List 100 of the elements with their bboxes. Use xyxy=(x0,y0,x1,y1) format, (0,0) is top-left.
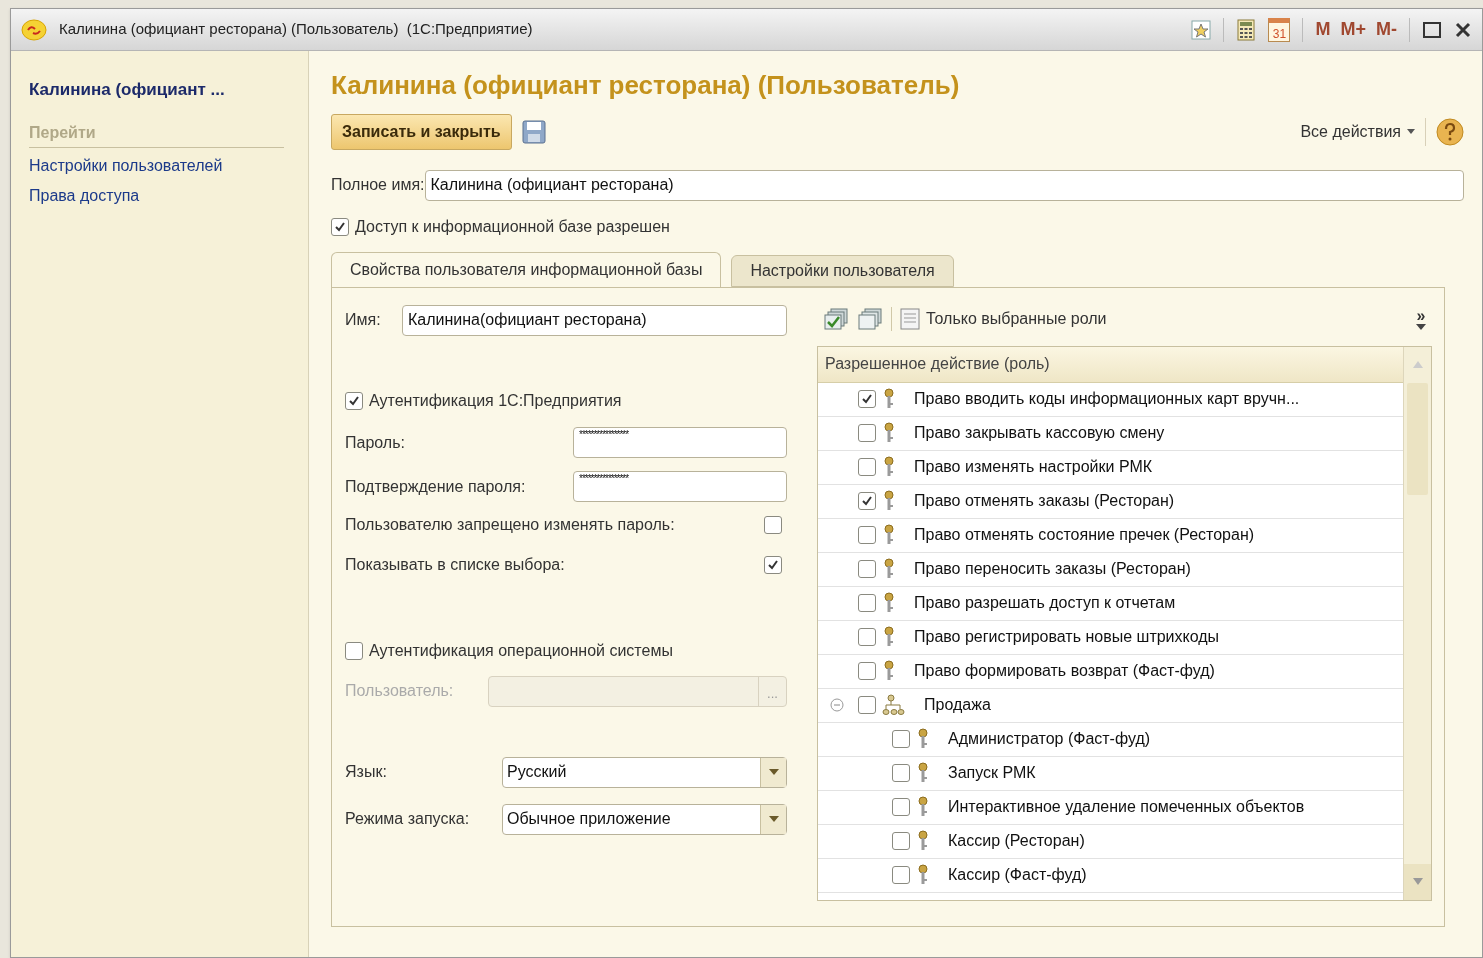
key-icon xyxy=(882,388,896,410)
checkbox[interactable] xyxy=(858,526,876,544)
key-icon xyxy=(916,796,930,818)
checkbox[interactable] xyxy=(858,696,876,714)
role-row[interactable]: Продажа xyxy=(818,688,1403,723)
save-icon[interactable] xyxy=(521,119,546,144)
checkmark-icon xyxy=(334,220,346,233)
field-label: Режима запуска: xyxy=(345,809,471,829)
role-label: Право разрешать доступ к отчетам xyxy=(914,593,1176,613)
full-name-field[interactable]: Калинина (официант ресторана) xyxy=(424,169,1464,201)
checkbox[interactable] xyxy=(858,492,876,510)
form-title: Калинина (официант ресторана) (Пользователь) xyxy=(331,69,961,102)
check-all-icon[interactable] xyxy=(823,307,849,330)
memory-button[interactable]: M+ xyxy=(1340,16,1366,43)
checkbox[interactable] xyxy=(892,832,910,850)
role-label: Право регистрировать новые штрихкоды xyxy=(914,627,1220,647)
key-icon xyxy=(882,592,896,614)
calendar-button[interactable]: 31 xyxy=(1268,17,1291,42)
checkbox[interactable] xyxy=(764,515,782,534)
maximize-icon[interactable] xyxy=(1422,20,1442,39)
close-icon[interactable] xyxy=(1454,20,1472,39)
dropdown-arrow-icon xyxy=(768,816,779,822)
password-field[interactable]: ***************** xyxy=(573,427,787,458)
launch-mode-dropdown[interactable]: Обычное приложение xyxy=(502,803,787,835)
caret-icon xyxy=(1407,129,1415,134)
checkbox[interactable] xyxy=(858,594,876,612)
role-label: Право закрывать кассовую смену xyxy=(914,423,1165,443)
memory-button[interactable]: M- xyxy=(1376,16,1397,43)
sidebar-link[interactable]: Права доступа xyxy=(29,183,290,208)
selected-roles-toggle[interactable]: Только выбранные роли xyxy=(900,306,1107,331)
role-label: Право формировать возврат (Фаст-фуд) xyxy=(914,661,1215,681)
field-label: Пользователь: xyxy=(345,681,455,701)
role-label: Запуск РМК xyxy=(948,763,1036,783)
role-row[interactable]: Право разрешать доступ к отчетам xyxy=(818,586,1403,621)
role-row[interactable]: Запуск РМК xyxy=(818,756,1403,791)
role-row[interactable]: Право закрывать кассовую смену xyxy=(818,416,1403,451)
checkbox[interactable] xyxy=(892,730,910,748)
checkbox[interactable] xyxy=(858,390,876,408)
role-label: Право вводить коды информационных карт вручн... xyxy=(914,389,1300,409)
collapse-icon[interactable] xyxy=(830,698,844,712)
role-row[interactable]: Право переносить заказы (Ресторан) xyxy=(818,552,1403,587)
key-icon xyxy=(916,728,930,750)
help-icon[interactable] xyxy=(1436,117,1464,146)
scrollbar[interactable] xyxy=(1403,346,1431,900)
password-confirm-field[interactable]: ***************** xyxy=(573,471,787,502)
checkbox-label: Пользователю запрещено изменять пароль: xyxy=(345,514,675,535)
access-checkbox[interactable] xyxy=(331,217,349,236)
more-button[interactable]: » xyxy=(1416,307,1426,330)
role-row[interactable]: Право изменять настройки РМК xyxy=(818,450,1403,485)
language-dropdown[interactable]: Русский xyxy=(502,756,787,788)
checkbox[interactable] xyxy=(892,866,910,884)
all-actions-button[interactable]: Все действия xyxy=(1300,119,1415,144)
key-icon xyxy=(916,762,930,784)
role-label: Продажа xyxy=(924,695,991,715)
checkbox[interactable] xyxy=(764,555,782,574)
role-label: Кассир (Фаст-фуд) xyxy=(948,865,1087,885)
role-row[interactable]: Кассир (Фаст-фуд) xyxy=(818,858,1403,893)
column-header: Разрешенное действие (роль) xyxy=(818,346,1403,383)
sidebar-header: Калинина (официант ... xyxy=(29,79,226,101)
checkbox[interactable] xyxy=(858,662,876,680)
role-row[interactable]: Право регистрировать новые штрихкоды xyxy=(818,620,1403,655)
role-row[interactable]: Администратор (Фаст-фуд) xyxy=(818,722,1403,757)
role-label: Администратор (Фаст-фуд) xyxy=(948,729,1151,749)
key-icon xyxy=(916,864,930,886)
role-row[interactable]: Право формировать возврат (Фаст-фуд) xyxy=(818,654,1403,689)
scroll-up-icon xyxy=(1412,361,1423,368)
name-field[interactable]: Калинина(официант ресторана) xyxy=(402,304,787,336)
calculator-icon[interactable] xyxy=(1236,18,1257,41)
memory-button[interactable]: M xyxy=(1315,16,1331,43)
section-label: Перейти xyxy=(29,120,284,148)
checkbox[interactable] xyxy=(858,424,876,442)
role-row[interactable]: Интерактивное удаление помеченных объектов xyxy=(818,790,1403,825)
role-row[interactable]: Право вводить коды информационных карт вручн... xyxy=(818,382,1403,417)
field-label: Подтверждение пароля: xyxy=(345,476,527,497)
role-label: Право отменять состояние пречек (Ресторан) xyxy=(914,525,1255,545)
checkbox[interactable] xyxy=(345,391,363,410)
window-title: Калинина (официант ресторана) (Пользователь) (1С:Предприятие) xyxy=(59,19,533,40)
role-row[interactable]: Право отменять заказы (Ресторан) xyxy=(818,484,1403,519)
checkbox[interactable] xyxy=(858,458,876,476)
sidebar-link[interactable]: Настройки пользователей xyxy=(29,153,290,178)
key-icon xyxy=(916,830,930,852)
field-label: Полное имя: xyxy=(331,175,425,195)
key-icon xyxy=(882,456,896,478)
key-icon xyxy=(882,490,896,512)
role-label: Право переносить заказы (Ресторан) xyxy=(914,559,1191,579)
checkbox-label: Аутентификация операционной системы xyxy=(369,640,673,661)
checkbox[interactable] xyxy=(858,628,876,646)
checkbox[interactable] xyxy=(858,560,876,578)
checkmark-icon xyxy=(861,393,873,405)
role-row[interactable]: Кассир (Ресторан) xyxy=(818,824,1403,859)
uncheck-all-icon[interactable] xyxy=(857,307,883,330)
checkbox[interactable] xyxy=(892,764,910,782)
checkbox[interactable] xyxy=(345,641,363,660)
tab[interactable]: Свойства пользователя информационной базы xyxy=(331,251,722,287)
role-row[interactable]: Право отменять состояние пречек (Ресторан) xyxy=(818,518,1403,553)
key-icon xyxy=(882,660,896,682)
checkmark-icon xyxy=(861,495,873,507)
tab[interactable]: Настройки пользователя xyxy=(731,254,954,287)
checkbox[interactable] xyxy=(892,798,910,816)
save-and-close-button[interactable]: Записать и закрыть xyxy=(331,113,512,150)
